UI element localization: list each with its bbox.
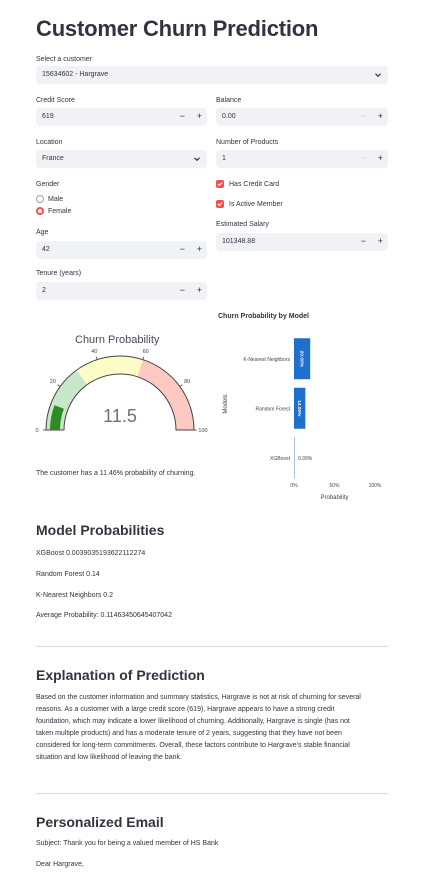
- explanation-line: Based on the customer information and su…: [36, 694, 361, 701]
- estimated-salary-input[interactable]: 101348.88 − +: [216, 233, 388, 251]
- location-label: Location: [36, 139, 63, 146]
- checkmark-icon: [217, 201, 223, 207]
- email-subject: Subject: Thank you for being a valued me…: [36, 840, 219, 847]
- age-value: 42: [42, 246, 50, 253]
- age-label: Age: [36, 229, 49, 236]
- chevron-down-icon: [194, 157, 200, 162]
- credit-score-value: 619: [42, 113, 54, 120]
- num-products-decrement-button[interactable]: −: [361, 153, 366, 163]
- gauge-value-text: 11.5: [103, 406, 137, 426]
- y-axis-label: Models: [223, 394, 229, 413]
- tenure-label: Tenure (years): [36, 270, 82, 277]
- x-tick-label: 0%: [290, 483, 298, 489]
- credit-score-decrement-button[interactable]: −: [180, 111, 185, 121]
- credit-score-label: Credit Score: [36, 97, 75, 104]
- is-active-member-checkbox[interactable]: [216, 200, 224, 208]
- x-tick-label: 100%: [369, 483, 382, 489]
- is-active-member-label: Is Active Member: [229, 201, 283, 208]
- tenure-value: 2: [42, 287, 46, 294]
- has-credit-card-label: Has Credit Card: [229, 181, 280, 188]
- model-probabilities-heading: Model Probabilities: [36, 522, 165, 538]
- bar-value-label: 14.00%: [296, 400, 302, 417]
- location-value: France: [42, 155, 64, 162]
- explanation-line: foundation, which may indicate a lower l…: [36, 718, 350, 725]
- gender-male-label: Male: [48, 196, 64, 203]
- email-heading: Personalized Email: [36, 814, 164, 830]
- age-increment-button[interactable]: +: [197, 244, 202, 254]
- estimated-salary-label: Estimated Salary: [216, 221, 269, 228]
- balance-decrement-button[interactable]: −: [361, 111, 366, 121]
- model-prob-line: Random Forest 0.14: [36, 571, 100, 578]
- gender-female-radio[interactable]: [36, 207, 44, 215]
- tenure-input[interactable]: 2 − +: [36, 282, 207, 300]
- explanation-line: reasons. As a customer with a large cred…: [36, 706, 335, 713]
- bar-value-label: 20.00%: [299, 351, 305, 368]
- gauge-tick: [57, 384, 61, 387]
- x-axis-label: Probability: [320, 495, 348, 501]
- tenure-decrement-button[interactable]: −: [180, 285, 185, 295]
- age-decrement-button[interactable]: −: [180, 244, 185, 254]
- estimated-salary-decrement-button[interactable]: −: [361, 236, 366, 246]
- bar-category-label: K-Nearest Neighbors: [243, 357, 290, 363]
- gauge-tick-label: 20: [50, 379, 56, 385]
- checkmark-icon: [217, 181, 223, 187]
- balance-value: 0.00: [222, 113, 236, 120]
- balance-input[interactable]: 0.00 − +: [216, 108, 388, 126]
- explanation-line: situation and low likelihood of leaving …: [36, 754, 182, 761]
- gauge-tick: [179, 384, 183, 387]
- divider: [36, 646, 388, 647]
- x-tick-label: 50%: [329, 483, 340, 489]
- location-select[interactable]: France: [36, 150, 207, 168]
- bar-chart-title: Churn Probability by Model: [218, 313, 310, 320]
- explanation-line: considered for long-term commitments. Ov…: [36, 742, 350, 749]
- gauge-tick-label: 100: [198, 428, 207, 434]
- explanation-line: taken multiple products) and has a moder…: [36, 730, 342, 737]
- bar-category-label: XGBoost: [270, 456, 291, 462]
- explanation-heading: Explanation of Prediction: [36, 667, 205, 683]
- gauge-band: [76, 356, 143, 385]
- churn-probability-bar-chart: K-Nearest Neighbors 20.00% Random Forest 14…: [223, 338, 382, 501]
- gauge-tick-label: 40: [91, 349, 97, 355]
- gauge-tick-label: 0: [35, 428, 38, 434]
- bar-value-label: 0.39%: [298, 456, 313, 462]
- gauge-tick-label: 60: [143, 349, 149, 355]
- bar-category-label: Random Forest: [256, 406, 291, 412]
- has-credit-card-checkbox[interactable]: [216, 180, 224, 188]
- select-customer-label: Select a customer: [36, 56, 93, 63]
- average-probability-line: Average Probability: 0.11463450645407042: [36, 612, 172, 619]
- num-products-value: 1: [222, 155, 226, 162]
- credit-score-input[interactable]: 619 − +: [36, 108, 207, 126]
- balance-increment-button[interactable]: +: [378, 111, 383, 121]
- chevron-down-icon: [375, 73, 381, 78]
- email-greeting: Dear Hargrave,: [36, 861, 84, 868]
- gender-label: Gender: [36, 181, 60, 188]
- bar: [294, 437, 295, 479]
- num-products-input[interactable]: 1 − +: [216, 150, 388, 168]
- balance-label: Balance: [216, 97, 242, 104]
- gender-male-radio[interactable]: [36, 195, 44, 203]
- model-prob-line: XGBoost 0.0039035193622112274: [36, 550, 146, 557]
- customer-select-value: 15634602 - Hargrave: [42, 71, 109, 78]
- estimated-salary-value: 101348.88: [222, 238, 256, 245]
- num-products-label: Number of Products: [216, 139, 279, 146]
- churn-summary-text: The customer has a 11.46% probability of…: [36, 470, 196, 477]
- churn-probability-gauge: 0 20 40 60 80 100 11.5: [35, 349, 207, 434]
- estimated-salary-increment-button[interactable]: +: [378, 236, 383, 246]
- customer-select[interactable]: 15634602 - Hargrave: [36, 66, 388, 84]
- model-prob-line: K-Nearest Neighbors 0.2: [36, 592, 114, 599]
- page-title: Customer Churn Prediction: [36, 16, 319, 41]
- credit-score-increment-button[interactable]: +: [197, 111, 202, 121]
- tenure-increment-button[interactable]: +: [197, 285, 202, 295]
- num-products-increment-button[interactable]: +: [378, 153, 383, 163]
- divider: [36, 793, 388, 794]
- gauge-tick-label: 80: [184, 379, 190, 385]
- gender-female-label: Female: [48, 208, 72, 215]
- age-input[interactable]: 42 − +: [36, 241, 207, 259]
